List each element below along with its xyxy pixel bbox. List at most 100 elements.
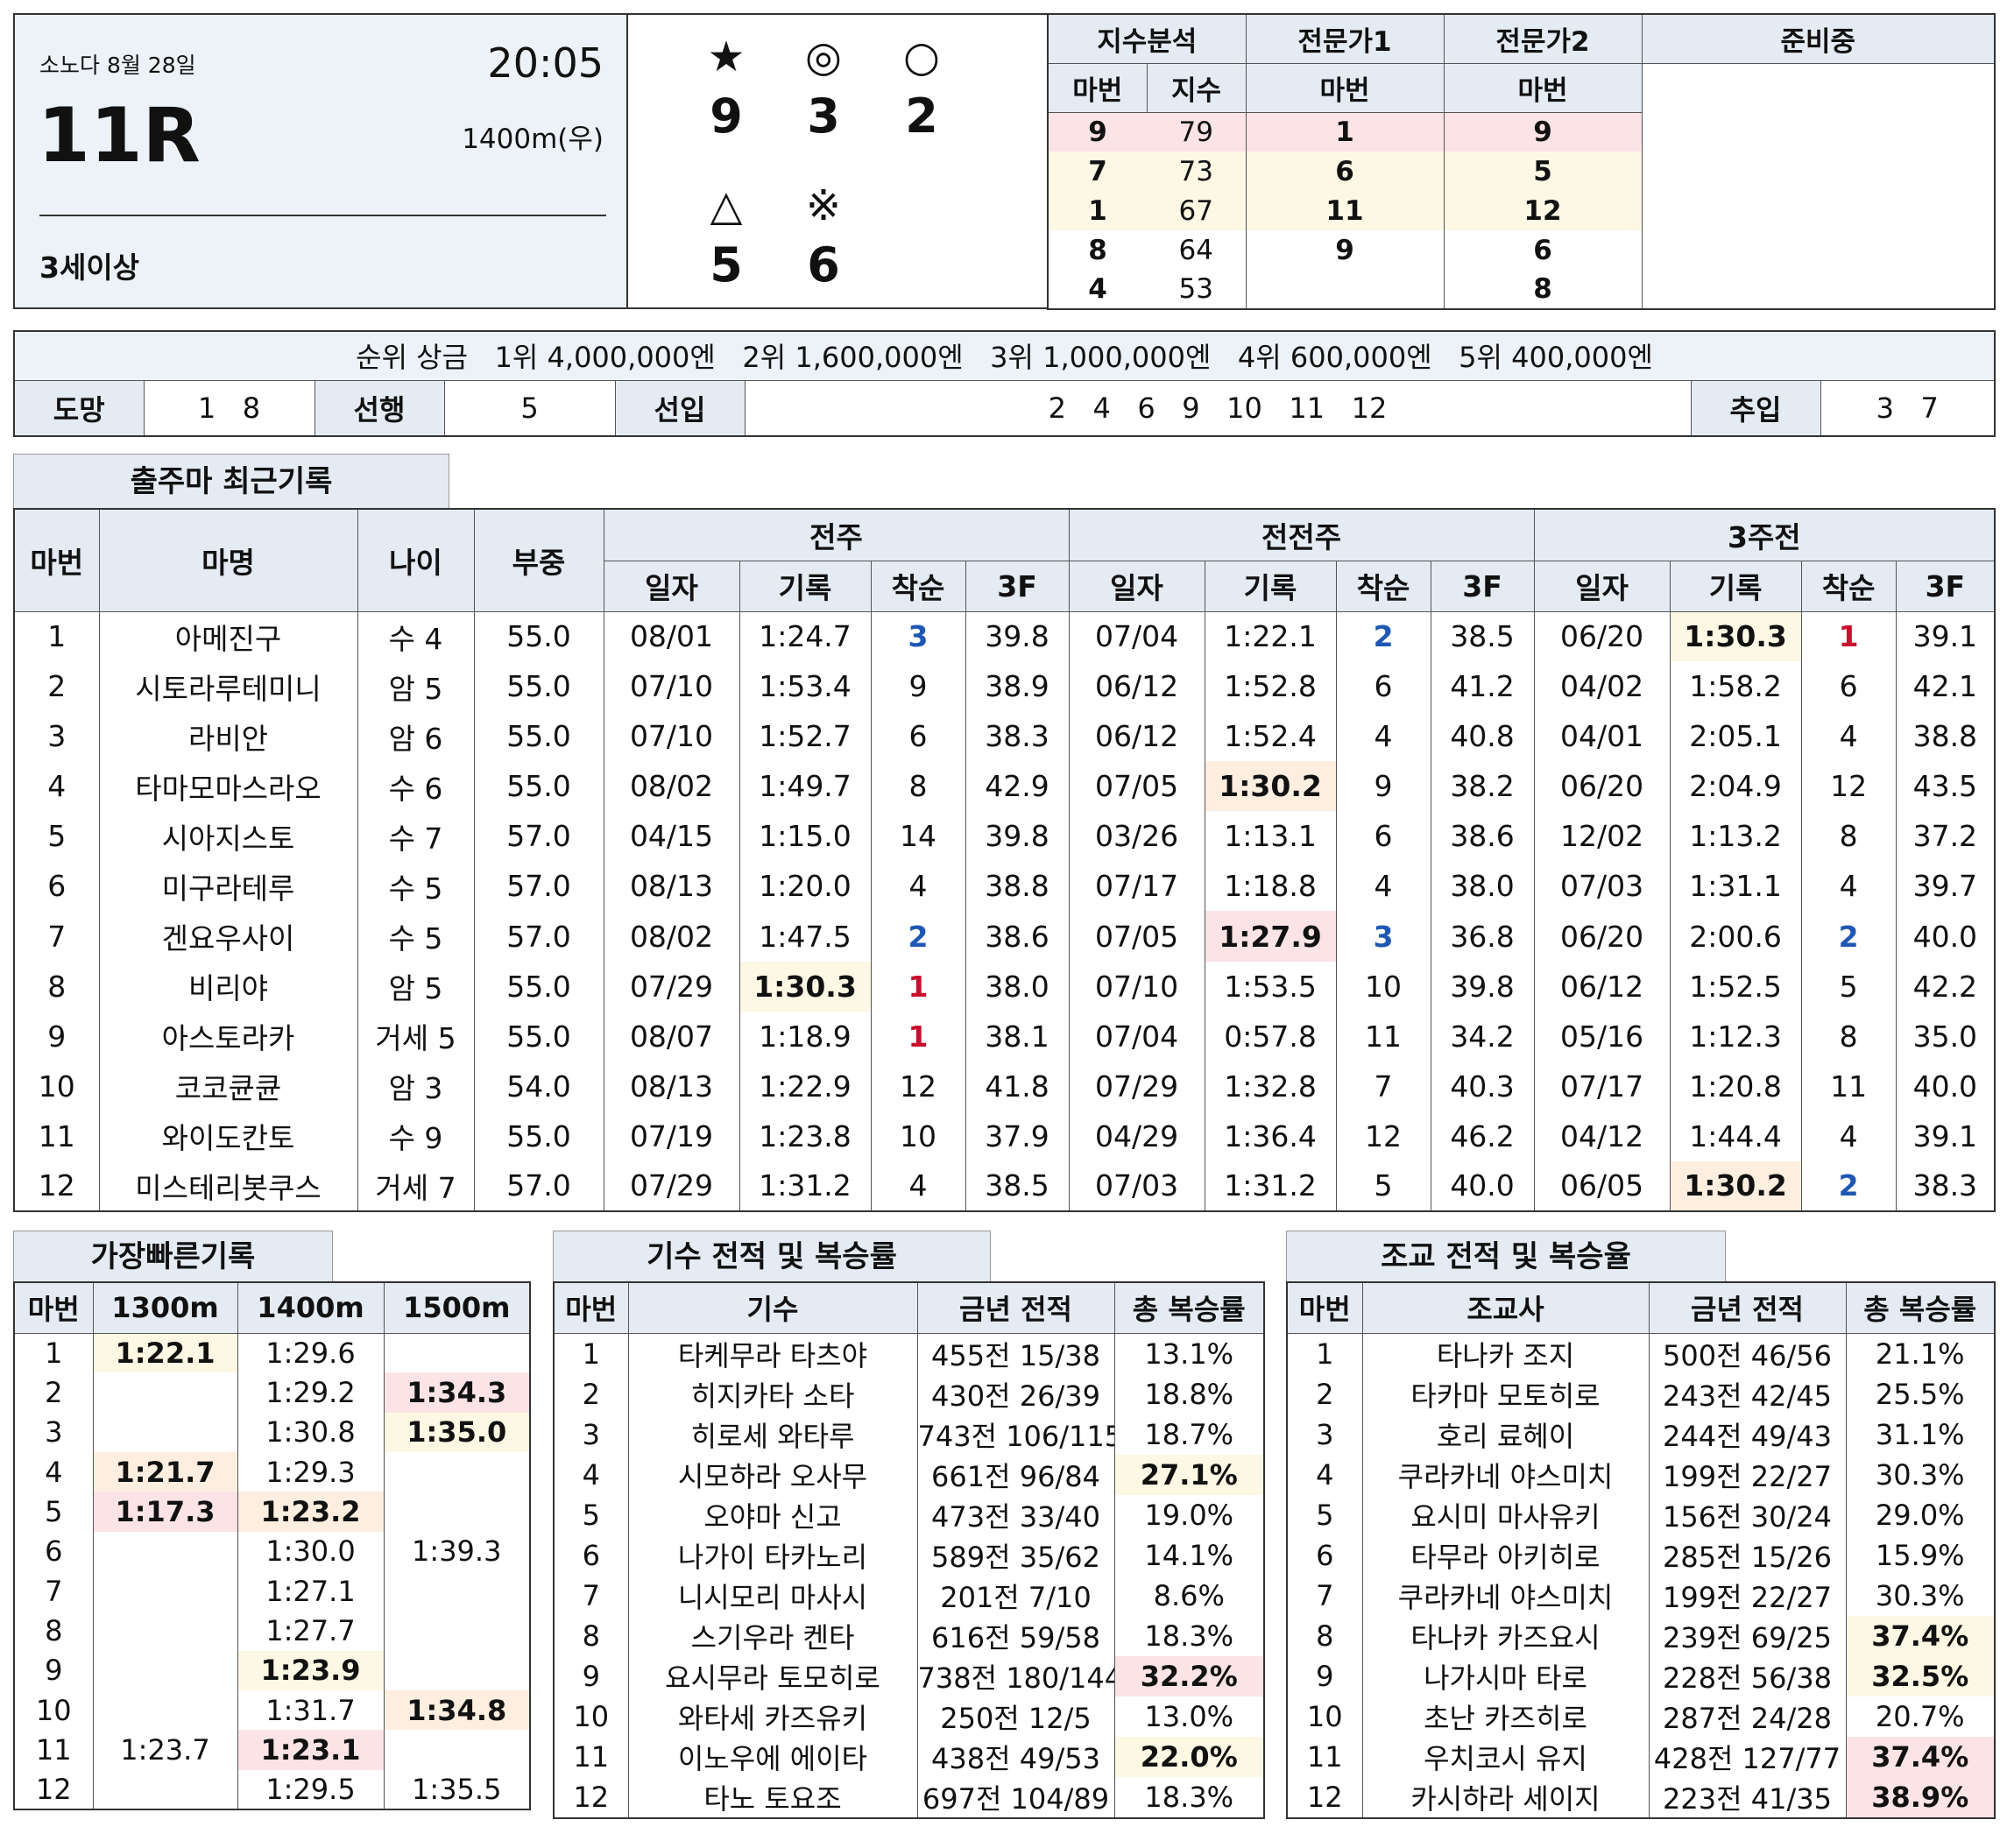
season-record: 430전 26/39: [916, 1373, 1115, 1414]
place-rate: 30.3%: [1845, 1575, 1996, 1616]
place-rate: 15.9%: [1845, 1534, 1996, 1576]
season-record: 239전 69/25: [1648, 1615, 1847, 1656]
horse-no: 4: [13, 761, 100, 812]
mark-symbol-4: △: [710, 181, 743, 230]
time-1400m: 1:30.8: [237, 1412, 385, 1452]
w3-date: 06/20: [1533, 911, 1671, 962]
w2-3f: 38.5: [1430, 611, 1535, 662]
table-row: 9 1:23.9: [13, 1650, 531, 1690]
w2-place: 6: [1335, 661, 1431, 712]
col-horse-no: 마번: [553, 1281, 629, 1334]
horse-no: 12: [13, 1769, 94, 1809]
time-1500m: 1:35.0: [383, 1412, 531, 1452]
horse-no: 12: [1286, 1776, 1363, 1818]
style-escape-label: 도망: [13, 379, 145, 437]
horse-no: 4: [13, 1451, 94, 1492]
analysis-cell: 7: [1088, 155, 1107, 187]
w2-record: 1:52.8: [1204, 661, 1337, 712]
weight: 55.0: [473, 661, 604, 712]
w1-date: 08/02: [603, 761, 740, 812]
horse-no: 7: [1286, 1575, 1363, 1616]
col-date: 일자: [1068, 560, 1205, 612]
place-rate: 32.2%: [1113, 1655, 1265, 1696]
table-row: 1 1:22.1 1:29.6: [13, 1333, 531, 1373]
marks-panel: ★ 9 ◎ 3 ○ 2 △ 5 ※ 6: [626, 13, 1049, 309]
table-row: 10 1:31.7 1:34.8: [13, 1689, 531, 1731]
horse-no: 9: [1286, 1655, 1363, 1696]
w3-record: 1:13.2: [1669, 811, 1802, 862]
time-1400m: 1:30.0: [237, 1531, 385, 1571]
place-rate: 25.5%: [1845, 1373, 1996, 1414]
horse-no: 2: [1286, 1373, 1363, 1414]
table-row: 12 타노 토요조 697전 104/89 18.3%: [553, 1776, 1265, 1818]
w3-3f: 37.2: [1895, 811, 1996, 862]
w1-place: 1: [870, 961, 966, 1012]
w3-3f: 39.7: [1895, 861, 1996, 912]
mark-symbol-5: ※: [805, 181, 842, 230]
horse-no: 9: [553, 1655, 629, 1696]
mark-number-5: 6: [807, 237, 840, 293]
jockey-name: 히지카타 소타: [627, 1373, 918, 1414]
season-record: 473전 33/40: [916, 1494, 1115, 1535]
horse-no: 1: [13, 611, 100, 662]
table-row: 6 미구라테루 수 5 57.0 08/13 1:20.0 4 38.8 07/17 1:18.8…: [13, 861, 1996, 912]
horse-name: 시토라루테미니: [98, 661, 358, 712]
place-rate: 29.0%: [1845, 1494, 1996, 1535]
table-row: 4 1:21.7 1:29.3: [13, 1451, 531, 1492]
w3-date: 12/02: [1533, 811, 1671, 862]
age: 수 7: [357, 811, 475, 862]
w3-date: 04/02: [1533, 661, 1671, 712]
trainer-name: 타카마 모토히로: [1361, 1373, 1650, 1414]
analysis-subheader: 마번: [1047, 62, 1148, 113]
table-row: 10 코코큔큔 암 3 54.0 08/13 1:22.9 12 41.8 07/29 1:32.…: [13, 1061, 1996, 1111]
w2-place: 11: [1335, 1011, 1431, 1062]
w3-record: 1:52.5: [1669, 961, 1802, 1012]
w2-place: 2: [1335, 611, 1431, 662]
table-row: 8 비리야 암 5 55.0 07/29 1:30.3 1 38.0 07/10 1:53.5 10…: [13, 961, 1996, 1012]
w3-record: 1:12.3: [1669, 1011, 1802, 1062]
age: 수 6: [357, 761, 475, 812]
table-row: 8 1:27.7: [13, 1611, 531, 1651]
w1-3f: 38.0: [965, 961, 1070, 1012]
w2-place: 4: [1335, 861, 1431, 912]
col-3f: 3F: [1895, 560, 1996, 612]
table-row: 7 니시모리 마사시 201전 7/10 8.6%: [553, 1575, 1265, 1616]
table-row: 2 히지카타 소타 430전 26/39 18.8%: [553, 1373, 1265, 1414]
w2-date: 04/29: [1068, 1111, 1205, 1161]
w2-place: 4: [1335, 711, 1431, 762]
analysis-subheader: 마번: [1443, 62, 1643, 113]
pending-cell: [1641, 62, 1996, 310]
time-1400m: 1:29.3: [237, 1451, 385, 1492]
table-row: 10 와타세 카즈유키 250전 12/5 13.0%: [553, 1696, 1265, 1737]
trainer-name: 초난 카즈히로: [1361, 1696, 1650, 1737]
style-escape-value: 1 8: [143, 379, 315, 437]
w2-record: 1:31.2: [1204, 1160, 1337, 1211]
prize-money: 순위 상금 1위 4,000,000엔 2위 1,600,000엔 3위 1,0…: [13, 330, 1996, 381]
table-row: 9 요시무라 토모히로 738전 180/144 32.2%: [553, 1655, 1265, 1696]
jockey-name: 니시모리 마사시: [627, 1575, 918, 1616]
col-horse-no: 마번: [13, 508, 100, 612]
table-row: 4 타마모마스라오 수 6 55.0 08/02 1:49.7 8 42.9 07/05 1:30…: [13, 761, 1996, 812]
race-number: 11R: [38, 92, 201, 180]
w2-3f: 34.2: [1430, 1011, 1535, 1062]
horse-name: 시아지스토: [98, 811, 358, 862]
w3-date: 05/16: [1533, 1011, 1671, 1062]
horse-name: 아스토라카: [98, 1011, 358, 1062]
age: 수 9: [357, 1111, 475, 1161]
w1-place: 10: [870, 1111, 966, 1161]
age: 수 5: [357, 861, 475, 912]
w3-3f: 39.1: [1895, 611, 1996, 662]
w3-date: 04/01: [1533, 711, 1671, 762]
col-1400m: 1400m: [237, 1281, 385, 1334]
w1-date: 07/19: [603, 1111, 740, 1161]
place-rate: 32.5%: [1845, 1655, 1996, 1696]
fastest-tab: 가장빠른기록: [13, 1231, 333, 1281]
horse-no: 2: [13, 661, 100, 712]
w2-record: 0:57.8: [1204, 1011, 1337, 1062]
col-week3: 3주전: [1533, 508, 1996, 561]
horse-no: 7: [13, 1570, 94, 1612]
table-row: 2 타카마 모토히로 243전 42/45 25.5%: [1286, 1373, 1996, 1414]
weight: 55.0: [473, 1011, 604, 1062]
time-1500m: 1:39.3: [383, 1531, 531, 1571]
trainer-name: 나가시마 타로: [1361, 1655, 1650, 1696]
